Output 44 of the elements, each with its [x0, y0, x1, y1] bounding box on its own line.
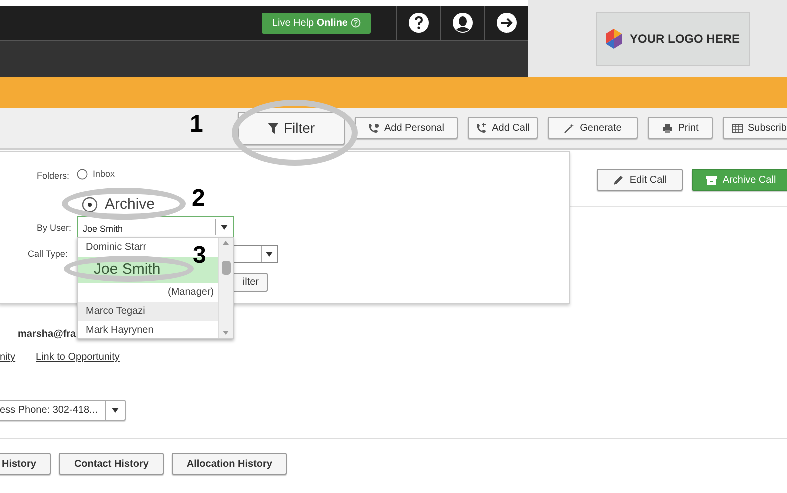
scrollbar[interactable]	[218, 238, 233, 338]
dropdown-option[interactable]: Mark Hayrynen	[78, 321, 218, 338]
history-button[interactable]: Contact History	[59, 453, 164, 475]
filter-icon	[268, 122, 279, 134]
help-icon	[351, 18, 361, 28]
filter-button[interactable]: Filter	[238, 112, 345, 144]
help-icon	[408, 13, 428, 33]
opportunity-link[interactable]: nity	[0, 350, 16, 365]
field-label: Call Type:	[28, 248, 68, 261]
history-button[interactable]: Allocation History	[172, 453, 288, 475]
calendar-icon	[732, 122, 743, 134]
subscribe-button[interactable]: Subscrib	[723, 117, 787, 139]
scroll-thumb[interactable]	[222, 261, 230, 275]
caret-icon	[221, 224, 228, 230]
dropdown-option[interactable]: Marco Tegazi	[78, 302, 218, 321]
history-button[interactable]: History	[0, 453, 52, 475]
archive-icon	[706, 176, 717, 184]
radio[interactable]	[82, 197, 98, 214]
caret-icon	[112, 408, 119, 413]
phone-icon	[476, 122, 488, 134]
add-personal-button[interactable]: Add Personal	[355, 117, 458, 139]
callout-number: 1	[190, 113, 204, 137]
caret-icon	[266, 252, 273, 256]
add-call-button[interactable]: Add Call	[468, 117, 538, 139]
radio[interactable]	[77, 169, 88, 180]
field-label: Folders:	[37, 170, 70, 183]
radio-option[interactable]: Archive	[82, 194, 156, 216]
generate-button[interactable]: Generate	[548, 117, 638, 139]
callout-number: 2	[192, 187, 206, 211]
logo-text: YOUR LOGO HERE	[630, 31, 740, 47]
field-label: By User:	[37, 222, 72, 235]
edit-call-button[interactable]: Edit Call	[597, 169, 683, 191]
phone-icon	[368, 122, 380, 134]
logo-icon	[606, 29, 622, 49]
print-button[interactable]: Print	[648, 117, 713, 139]
opportunity-link[interactable]: Link to Opportunity	[36, 350, 120, 365]
user-icon	[452, 13, 472, 33]
phone-select[interactable]: ess Phone: 302-418...	[0, 400, 126, 421]
pencil-icon	[612, 174, 624, 186]
printer-icon	[662, 122, 674, 134]
radio-option[interactable]: Inbox	[77, 168, 116, 182]
email-text: marsha@fra	[18, 328, 76, 342]
wand-icon	[564, 122, 576, 134]
scroll-down-icon	[223, 331, 229, 335]
